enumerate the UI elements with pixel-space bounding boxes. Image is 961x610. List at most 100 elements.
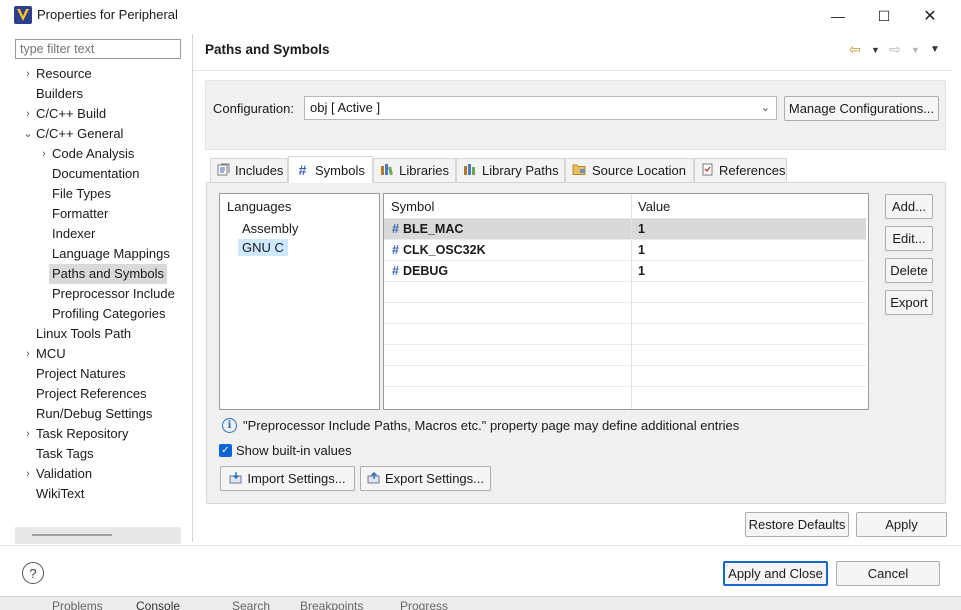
tree-item-documentation[interactable]: Documentation — [52, 164, 139, 184]
checkmark-icon: ✓ — [219, 444, 232, 457]
symbol-value: 1 — [638, 222, 645, 236]
tab-library-paths[interactable]: Library Paths — [456, 158, 565, 182]
scrollbar-thumb[interactable] — [32, 534, 112, 536]
symbol-name-text: BLE_MAC — [402, 222, 464, 236]
tree-item-wikitext[interactable]: WikiText — [36, 484, 84, 504]
checkbox-label: Show built-in values — [236, 443, 352, 458]
language-item-gnu-c[interactable]: GNU C — [238, 239, 288, 256]
symbol-name-text: DEBUG — [402, 264, 449, 278]
table-row[interactable]: # CLK_OSC32K 1 — [384, 240, 866, 261]
delete-button[interactable]: Delete — [885, 258, 933, 283]
empty-table-row — [384, 345, 866, 366]
view-menu-icon[interactable]: ▼ — [930, 44, 940, 55]
tree-item-label: Builders — [36, 86, 83, 101]
tree-item-resource[interactable]: › Resource — [22, 64, 92, 84]
background-tab-breakpoints: Breakpoints — [300, 599, 364, 610]
tab-references[interactable]: References — [694, 158, 787, 182]
back-dropdown-icon[interactable]: ▼ — [871, 45, 880, 55]
column-header-value[interactable]: Value — [638, 199, 670, 214]
apply-and-close-button[interactable]: Apply and Close — [723, 561, 828, 586]
edit-button[interactable]: Edit... — [885, 226, 933, 251]
tree-item-label: WikiText — [36, 486, 85, 501]
background-tab-search: Search — [232, 599, 271, 610]
tree-item-task-tags[interactable]: Task Tags — [36, 444, 94, 464]
cancel-button[interactable]: Cancel — [836, 561, 940, 586]
empty-table-row — [384, 387, 866, 408]
export-button[interactable]: Export — [885, 290, 933, 315]
tree-item-language-mappings[interactable]: Language Mappings — [52, 244, 170, 264]
tab-label: Symbols — [315, 162, 365, 178]
tree-item-label: Paths and Symbols — [52, 266, 165, 281]
tree-item-project-references[interactable]: Project References — [36, 384, 147, 404]
filter-input[interactable] — [15, 39, 181, 59]
hash-icon: # — [392, 264, 399, 278]
tree-item-formatter[interactable]: Formatter — [52, 204, 108, 224]
button-label: Import Settings... — [247, 471, 346, 486]
show-builtin-values-checkbox[interactable]: ✓ Show built-in values — [219, 443, 352, 458]
folder-icon — [572, 163, 587, 178]
tab-label: References — [719, 163, 786, 178]
tree-item-label: Code Analysis — [52, 146, 135, 161]
restore-defaults-button[interactable]: Restore Defaults — [745, 512, 849, 537]
tree-item-label: Project Natures — [36, 366, 126, 381]
empty-table-row — [384, 282, 866, 303]
tree-item-cpp-general[interactable]: ⌄ C/C++ General — [22, 124, 123, 144]
forward-dropdown-icon[interactable]: ▼ — [911, 45, 920, 55]
tree-item-run-debug-settings[interactable]: Run/Debug Settings — [36, 404, 152, 424]
tree-item-paths-and-symbols[interactable]: Paths and Symbols — [49, 264, 168, 284]
tree-item-indexer[interactable]: Indexer — [52, 224, 95, 244]
panel-divider[interactable] — [192, 34, 193, 542]
language-item-assembly[interactable]: Assembly — [242, 221, 298, 236]
tree-item-label: Run/Debug Settings — [36, 406, 153, 421]
tab-source-location[interactable]: Source Location — [565, 158, 694, 182]
tree-item-mcu[interactable]: › MCU — [22, 344, 65, 364]
manage-configurations-button[interactable]: Manage Configurations... — [784, 96, 939, 121]
close-button[interactable]: ✕ — [907, 0, 953, 32]
button-label: Export Settings... — [385, 471, 484, 486]
tree-item-builders[interactable]: Builders — [36, 84, 83, 104]
tree-item-file-types[interactable]: File Types — [52, 184, 111, 204]
empty-table-row — [384, 366, 866, 387]
column-separator[interactable] — [631, 194, 632, 409]
apply-button[interactable]: Apply — [856, 512, 947, 537]
tab-label: Libraries — [399, 163, 449, 178]
symbol-name-text: CLK_OSC32K — [402, 243, 486, 257]
tree-item-label: Indexer — [52, 226, 96, 241]
help-icon[interactable]: ? — [22, 562, 44, 584]
tree-item-label: Project References — [36, 386, 147, 401]
library-icon — [380, 163, 394, 179]
tree-item-preprocessor-include[interactable]: Preprocessor Include — [52, 284, 175, 304]
tree-item-validation[interactable]: › Validation — [22, 464, 92, 484]
references-icon — [701, 163, 714, 179]
tree-item-label: Resource — [36, 66, 92, 81]
tree-item-profiling-categories[interactable]: Profiling Categories — [52, 304, 165, 324]
export-icon — [367, 471, 381, 487]
tree-item-linux-tools-path[interactable]: Linux Tools Path — [36, 324, 131, 344]
add-button[interactable]: Add... — [885, 194, 933, 219]
tree-item-task-repository[interactable]: › Task Repository — [22, 424, 128, 444]
import-icon — [229, 471, 243, 487]
forward-arrow-icon[interactable]: ⇨ — [889, 41, 901, 58]
tab-includes[interactable]: Includes — [210, 158, 288, 182]
tab-libraries[interactable]: Libraries — [373, 158, 456, 182]
tree-item-code-analysis[interactable]: › Code Analysis — [38, 144, 134, 164]
tab-symbols[interactable]: # Symbols — [288, 156, 373, 183]
table-row[interactable]: # DEBUG 1 — [384, 261, 866, 282]
empty-table-row — [384, 324, 866, 345]
chevron-right-icon: › — [26, 348, 30, 360]
background-tab-problems: Problems — [52, 599, 103, 610]
tab-label: Includes — [235, 163, 284, 178]
column-header-symbol[interactable]: Symbol — [391, 199, 434, 214]
tree-item-cpp-build[interactable]: › C/C++ Build — [22, 104, 106, 124]
maximize-button[interactable]: ☐ — [861, 0, 907, 32]
chevron-right-icon: › — [26, 108, 30, 120]
table-row[interactable]: # BLE_MAC 1 — [384, 219, 866, 240]
app-logo-icon — [14, 6, 32, 24]
back-arrow-icon[interactable]: ⇦ — [849, 41, 861, 58]
import-settings-button[interactable]: Import Settings... — [220, 466, 355, 491]
footer-separator — [0, 545, 961, 546]
configuration-select[interactable]: obj [ Active ] ⌄ — [304, 96, 777, 120]
export-settings-button[interactable]: Export Settings... — [360, 466, 491, 491]
minimize-button[interactable]: — — [815, 0, 861, 32]
tree-item-project-natures[interactable]: Project Natures — [36, 364, 126, 384]
